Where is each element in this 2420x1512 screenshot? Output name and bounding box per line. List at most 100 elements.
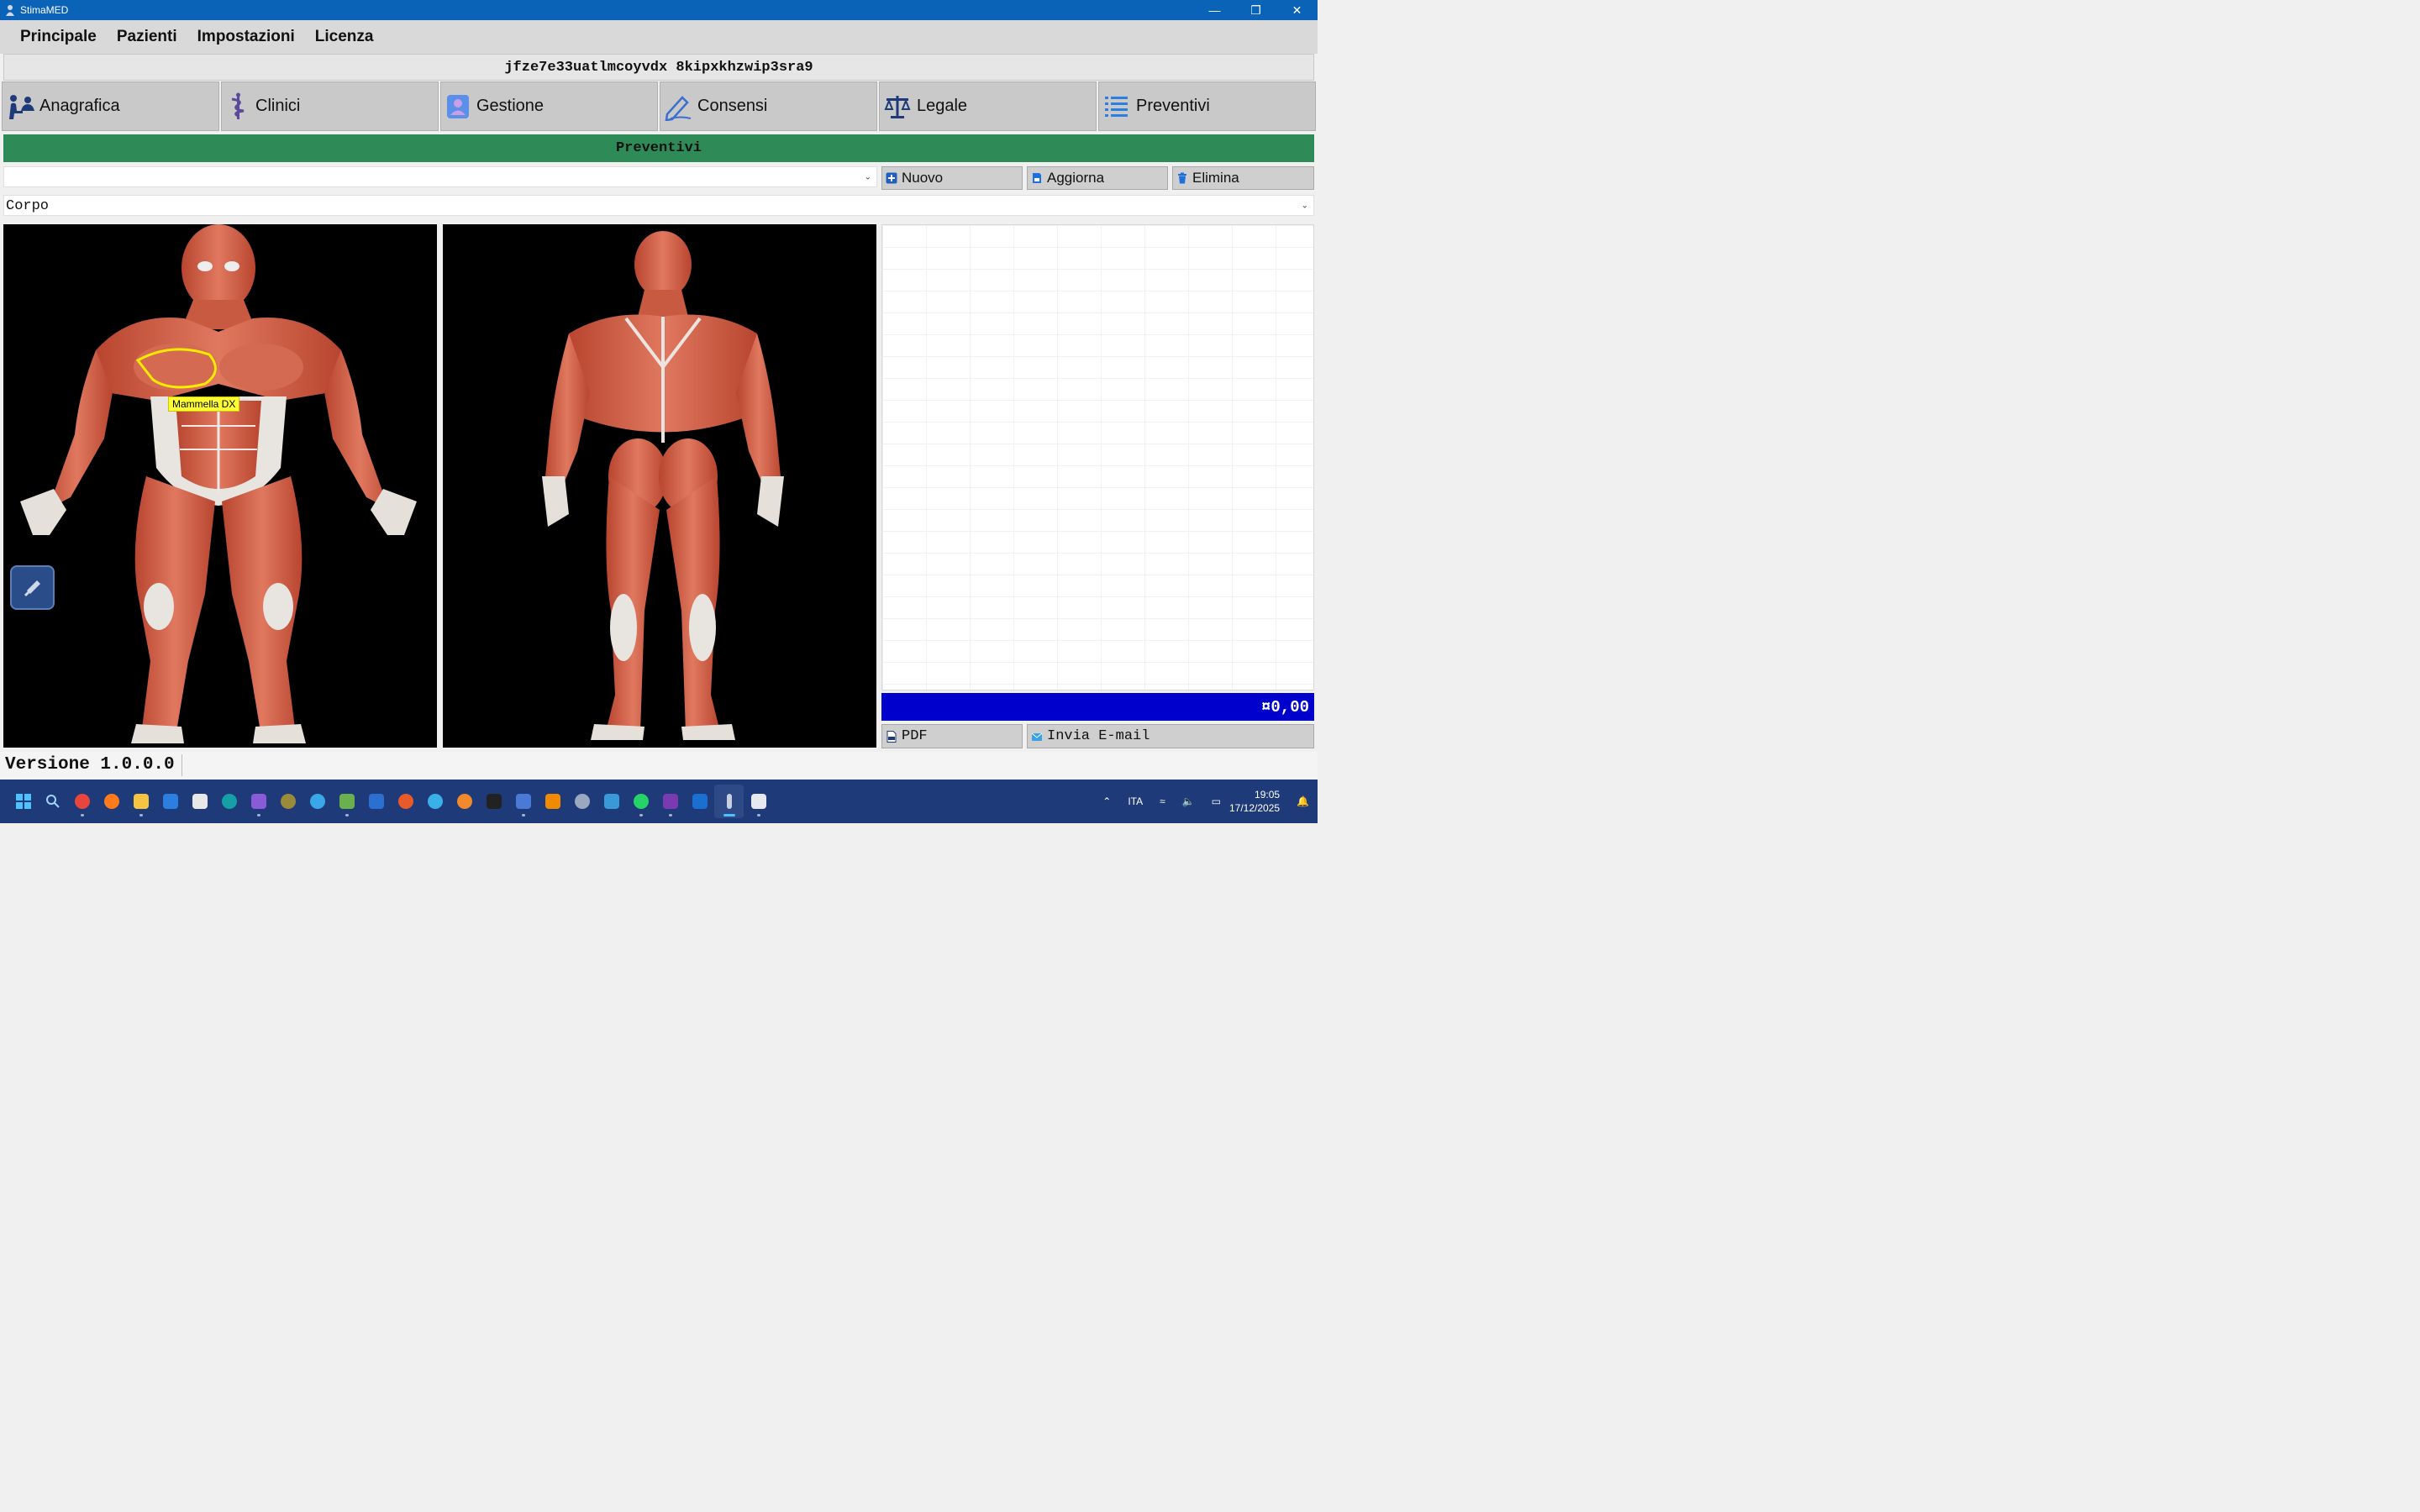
minimize-button[interactable]: — (1194, 0, 1235, 20)
chevron-down-icon: ⌄ (1301, 201, 1308, 210)
tab-label: Gestione (476, 97, 544, 115)
anatomy-front-view[interactable]: Mammella DX (3, 224, 437, 748)
body-area-value: Corpo (6, 198, 50, 214)
start-icon[interactable] (8, 785, 38, 818)
list-icon (1105, 96, 1128, 117)
language-indicator[interactable]: ITA (1128, 795, 1143, 807)
app-icon-4[interactable] (361, 785, 391, 818)
send-email-button[interactable]: Invia E-mail (1027, 724, 1314, 748)
email-icon (1031, 732, 1043, 741)
anatomy-back-figure (542, 231, 784, 740)
menu-bar: Principale Pazienti Impostazioni Licenza (0, 20, 1318, 54)
store-icon[interactable] (185, 785, 214, 818)
total-amount: ¤0,00 (881, 693, 1314, 721)
elimina-button[interactable]: Elimina (1172, 166, 1314, 190)
clock-date: 17/12/2025 (1228, 802, 1281, 814)
trash-icon (1178, 172, 1186, 184)
scales-icon (884, 95, 911, 118)
system-tray: ⌃ ITA ≈ 🔈 ▭ 19:05 17/12/2025 🔔 (1094, 780, 1318, 823)
nuovo-button[interactable]: Nuovo (881, 166, 1023, 190)
elimina-label: Elimina (1192, 170, 1239, 186)
window-title: StimaMED (20, 4, 69, 16)
send-email-label: Invia E-mail (1047, 728, 1150, 744)
pdf-icon (886, 730, 897, 743)
tab-label: Preventivi (1136, 97, 1210, 115)
clock[interactable]: 19:05 17/12/2025 (1229, 788, 1280, 815)
nuovo-label: Nuovo (902, 170, 944, 186)
app-icon-7[interactable] (597, 785, 626, 818)
firefox-icon[interactable] (97, 785, 126, 818)
tab-gestione[interactable]: Gestione (440, 81, 658, 131)
tab-preventivi[interactable]: Preventivi (1098, 81, 1316, 131)
user-badge-icon (447, 94, 469, 118)
tab-consensi[interactable]: Consensi (660, 81, 877, 131)
outlook-icon[interactable] (685, 785, 714, 818)
hotspot-label[interactable]: Mammella DX (168, 396, 240, 412)
tab-clinici[interactable]: Clinici (221, 81, 439, 131)
tab-bar: Anagrafica Clinici Gestione Consensi Leg… (2, 81, 1316, 131)
chrome-icon[interactable] (67, 785, 97, 818)
title-bar: StimaMED — ❐ ✕ (0, 0, 1318, 20)
close-button[interactable]: ✕ (1276, 0, 1318, 20)
stimamed-taskbar-icon[interactable] (714, 785, 744, 818)
onenote-icon[interactable] (655, 785, 685, 818)
body-area-select[interactable]: Corpo ⌄ (3, 195, 1314, 216)
blender-icon[interactable] (450, 785, 479, 818)
clock-time: 19:05 (1255, 789, 1281, 801)
section-title: Preventivi (3, 134, 1314, 162)
s-logo-icon (24, 580, 40, 596)
app-icon-2[interactable] (273, 785, 302, 818)
patient-uid: jfze7e33uatlmcoyvdx 8kipxkhzwip3sra9 (3, 54, 1314, 81)
tab-label: Clinici (255, 97, 301, 115)
anatomy-back-view[interactable] (443, 224, 876, 748)
whatsapp-icon[interactable] (626, 785, 655, 818)
menu-principale[interactable]: Principale (20, 28, 97, 46)
chevron-down-icon: ⌄ (864, 172, 871, 181)
paint-icon[interactable] (420, 785, 450, 818)
tab-label: Consensi (697, 97, 768, 115)
file-explorer-icon[interactable] (126, 785, 155, 818)
arduino-icon[interactable] (214, 785, 244, 818)
status-bar: Versione 1.0.0.0 (0, 752, 1318, 779)
menu-impostazioni[interactable]: Impostazioni (197, 28, 295, 46)
save-icon (1033, 173, 1041, 183)
version-label: Versione 1.0.0.0 (0, 754, 182, 776)
terminal-icon[interactable] (479, 785, 508, 818)
preventivo-select[interactable]: ⌄ (3, 166, 877, 187)
battery-icon[interactable]: ▭ (1212, 795, 1221, 807)
pen-icon (665, 95, 692, 121)
visual-studio-icon[interactable] (244, 785, 273, 818)
app-icon-5[interactable] (391, 785, 420, 818)
aggiorna-button[interactable]: Aggiorna (1027, 166, 1168, 190)
app-logo-icon (6, 5, 14, 16)
settings-icon[interactable] (567, 785, 597, 818)
notepad-icon[interactable] (332, 785, 361, 818)
aggiorna-label: Aggiorna (1047, 170, 1105, 186)
volume-icon[interactable]: 🔈 (1182, 795, 1195, 807)
vlc-icon[interactable] (538, 785, 567, 818)
tab-label: Legale (917, 97, 968, 115)
menu-licenza[interactable]: Licenza (315, 28, 374, 46)
search-icon[interactable] (38, 785, 67, 818)
pdf-button[interactable]: PDF (881, 724, 1023, 748)
menu-pazienti[interactable]: Pazienti (117, 28, 177, 46)
chevron-up-icon[interactable]: ⌃ (1102, 795, 1111, 807)
caduceus-icon (231, 92, 245, 119)
plus-icon (886, 172, 897, 184)
app-icon-6[interactable] (508, 785, 538, 818)
app-icon-3[interactable] (302, 785, 332, 818)
notification-bell-icon[interactable]: 🔔 (1297, 795, 1309, 807)
pdf-label: PDF (902, 728, 928, 744)
wifi-icon[interactable]: ≈ (1160, 795, 1165, 807)
preventivo-items-grid[interactable] (881, 224, 1314, 690)
taskbar: ⌃ ITA ≈ 🔈 ▭ 19:05 17/12/2025 🔔 (0, 780, 1318, 823)
tab-anagrafica[interactable]: Anagrafica (2, 81, 219, 131)
people-icon (9, 94, 34, 119)
tab-label: Anagrafica (39, 97, 120, 115)
app-icon-8[interactable] (744, 785, 773, 818)
restore-button[interactable]: ❐ (1235, 0, 1276, 20)
tab-legale[interactable]: Legale (879, 81, 1097, 131)
floating-widget-button[interactable] (10, 565, 55, 610)
anatomy-front-figure (20, 224, 417, 743)
app-icon-1[interactable] (155, 785, 185, 818)
